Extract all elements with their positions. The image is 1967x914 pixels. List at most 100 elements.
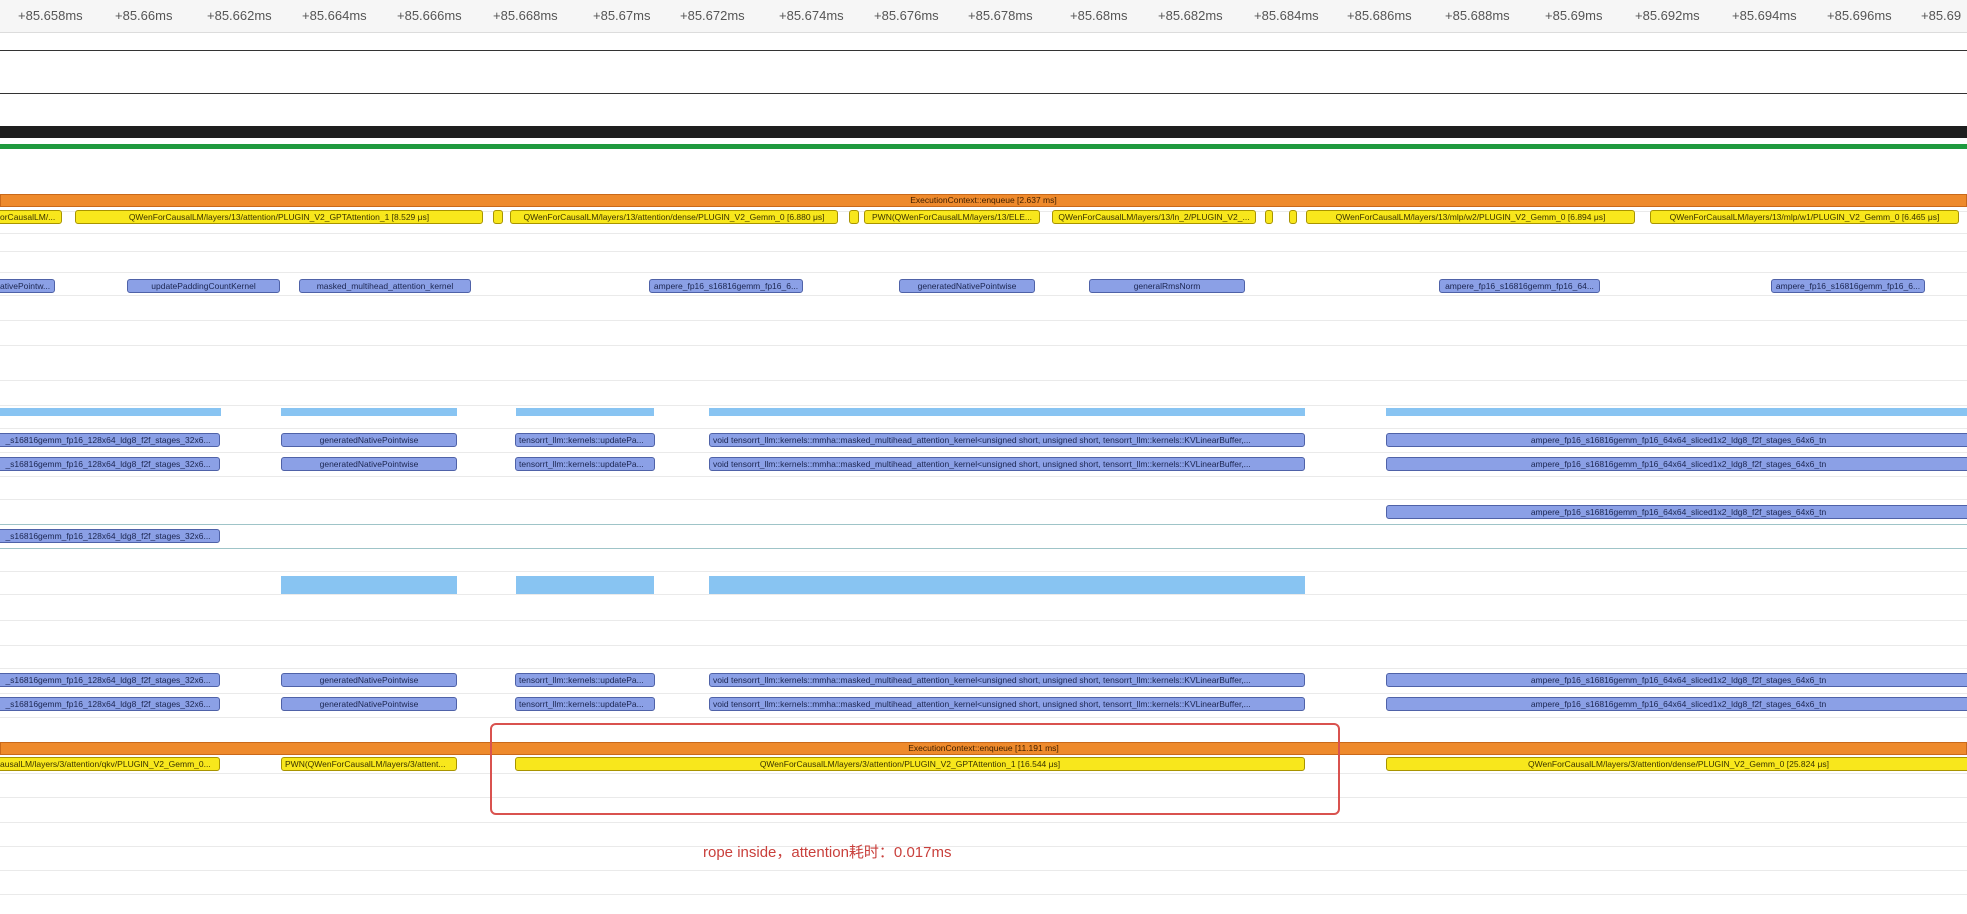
gpu-kernel[interactable]: tensorrt_llm::kernels::updatePa... xyxy=(515,457,655,471)
row-line xyxy=(0,428,1967,429)
row-line xyxy=(0,846,1967,847)
row-line xyxy=(0,645,1967,646)
row-line xyxy=(0,620,1967,621)
kernel-block[interactable]: ativePointw... xyxy=(0,279,55,293)
ruler-tick: +85.66ms xyxy=(115,8,173,23)
gpu-utilization-band[interactable] xyxy=(709,576,1305,594)
row-line xyxy=(0,320,1967,321)
gpu-kernel[interactable]: _s16816gemm_fp16_128x64_ldg8_f2f_stages_… xyxy=(0,457,220,471)
nvtx-range[interactable]: PWN(QWenForCausalLM/layers/13/ELE... xyxy=(864,210,1040,224)
ruler-tick: +85.658ms xyxy=(18,8,83,23)
ruler-tick: +85.67ms xyxy=(593,8,651,23)
gpu-kernel[interactable]: _s16816gemm_fp16_128x64_ldg8_f2f_stages_… xyxy=(0,673,220,687)
row-line xyxy=(0,822,1967,823)
ruler-tick: +85.682ms xyxy=(1158,8,1223,23)
gpu-kernel[interactable]: _s16816gemm_fp16_128x64_ldg8_f2f_stages_… xyxy=(0,697,220,711)
row-line xyxy=(0,870,1967,871)
nvtx-range[interactable]: ausalLM/layers/3/attention/qkv/PLUGIN_V2… xyxy=(0,757,220,771)
ruler-tick: +85.684ms xyxy=(1254,8,1319,23)
gpu-activity-bar[interactable] xyxy=(0,144,1967,149)
cpu-usage-bar[interactable] xyxy=(0,126,1967,138)
gpu-kernel[interactable]: ampere_fp16_s16816gemm_fp16_64x64_sliced… xyxy=(1386,505,1967,519)
kernel-block[interactable]: masked_multihead_attention_kernel xyxy=(299,279,471,293)
nvtx-range[interactable] xyxy=(1265,210,1273,224)
row-line xyxy=(0,345,1967,346)
ruler-tick: +85.662ms xyxy=(207,8,272,23)
row-line xyxy=(0,272,1967,273)
ruler-tick: +85.69ms xyxy=(1545,8,1603,23)
kernel-block[interactable]: generalRmsNorm xyxy=(1089,279,1245,293)
gpu-kernel[interactable]: _s16816gemm_fp16_128x64_ldg8_f2f_stages_… xyxy=(0,529,220,543)
row-line xyxy=(0,380,1967,381)
row-line xyxy=(0,233,1967,234)
nvtx-range[interactable]: QWenForCausalLM/layers/13/mlp/w1/PLUGIN_… xyxy=(1650,210,1959,224)
gpu-utilization-band[interactable] xyxy=(1386,408,1967,416)
gpu-kernel[interactable]: void tensorrt_llm::kernels::mmha::masked… xyxy=(709,673,1305,687)
gpu-kernel[interactable]: ampere_fp16_s16816gemm_fp16_64x64_sliced… xyxy=(1386,433,1967,447)
nvtx-range[interactable]: QWenForCausalLM/layers/13/mlp/w2/PLUGIN_… xyxy=(1306,210,1635,224)
time-ruler[interactable]: +85.658ms +85.66ms +85.662ms +85.664ms +… xyxy=(0,0,1967,33)
ruler-tick: +85.664ms xyxy=(302,8,367,23)
gpu-kernel[interactable]: void tensorrt_llm::kernels::mmha::masked… xyxy=(709,697,1305,711)
gpu-kernel[interactable]: ampere_fp16_s16816gemm_fp16_64x64_sliced… xyxy=(1386,457,1967,471)
gpu-utilization-band[interactable] xyxy=(0,408,221,416)
ruler-tick: +85.68ms xyxy=(1070,8,1128,23)
row-divider xyxy=(0,50,1967,51)
nvtx-range[interactable]: PWN(QWenForCausalLM/layers/3/attent... xyxy=(281,757,457,771)
gpu-kernel[interactable]: void tensorrt_llm::kernels::mmha::masked… xyxy=(709,433,1305,447)
enqueue-range-top[interactable]: ExecutionContext::enqueue [2.637 ms] xyxy=(0,194,1967,207)
row-line xyxy=(0,693,1967,694)
row-separator xyxy=(0,548,1967,549)
row-line xyxy=(0,452,1967,453)
ruler-tick: +85.686ms xyxy=(1347,8,1412,23)
gpu-kernel[interactable]: tensorrt_llm::kernels::updatePa... xyxy=(515,697,655,711)
gpu-kernel[interactable]: ampere_fp16_s16816gemm_fp16_64x64_sliced… xyxy=(1386,697,1967,711)
timeline-view[interactable]: +85.658ms +85.66ms +85.662ms +85.664ms +… xyxy=(0,0,1967,914)
ruler-tick: +85.696ms xyxy=(1827,8,1892,23)
gpu-kernel[interactable]: generatedNativePointwise xyxy=(281,457,457,471)
nvtx-range[interactable]: QWenForCausalLM/layers/13/ln_2/PLUGIN_V2… xyxy=(1052,210,1256,224)
nvtx-range[interactable] xyxy=(1289,210,1297,224)
nvtx-range[interactable] xyxy=(849,210,859,224)
gpu-kernel[interactable]: _s16816gemm_fp16_128x64_ldg8_f2f_stages_… xyxy=(0,433,220,447)
nvtx-range[interactable]: QWenForCausalLM/layers/13/attention/PLUG… xyxy=(75,210,483,224)
gpu-kernel[interactable]: generatedNativePointwise xyxy=(281,673,457,687)
gpu-utilization-band[interactable] xyxy=(516,576,654,594)
nvtx-range[interactable] xyxy=(493,210,503,224)
annotation-highlight-box xyxy=(490,723,1340,815)
kernel-block[interactable]: updatePaddingCountKernel xyxy=(127,279,280,293)
nvtx-range[interactable]: orCausalLM/... xyxy=(0,210,62,224)
gpu-utilization-band[interactable] xyxy=(709,408,1305,416)
row-divider xyxy=(0,93,1967,94)
ruler-tick: +85.692ms xyxy=(1635,8,1700,23)
row-line xyxy=(0,894,1967,895)
gpu-kernel[interactable]: generatedNativePointwise xyxy=(281,433,457,447)
ruler-tick: +85.694ms xyxy=(1732,8,1797,23)
ruler-tick: +85.69 xyxy=(1921,8,1962,23)
gpu-utilization-band[interactable] xyxy=(281,576,457,594)
gpu-kernel[interactable]: tensorrt_llm::kernels::updatePa... xyxy=(515,433,655,447)
annotation-note: rope inside，attention耗时：0.017ms xyxy=(703,844,952,861)
row-line xyxy=(0,594,1967,595)
kernel-block[interactable]: ampere_fp16_s16816gemm_fp16_6... xyxy=(1771,279,1925,293)
gpu-kernel[interactable]: tensorrt_llm::kernels::updatePa... xyxy=(515,673,655,687)
ruler-tick: +85.674ms xyxy=(779,8,844,23)
gpu-kernel[interactable]: void tensorrt_llm::kernels::mmha::masked… xyxy=(709,457,1305,471)
gpu-kernel[interactable]: generatedNativePointwise xyxy=(281,697,457,711)
kernel-block[interactable]: ampere_fp16_s16816gemm_fp16_64... xyxy=(1439,279,1600,293)
ruler-tick: +85.676ms xyxy=(874,8,939,23)
kernel-block[interactable]: generatedNativePointwise xyxy=(899,279,1035,293)
row-line xyxy=(0,251,1967,252)
gpu-utilization-band[interactable] xyxy=(516,408,654,416)
row-separator xyxy=(0,524,1967,525)
nvtx-range[interactable]: QWenForCausalLM/layers/3/attention/dense… xyxy=(1386,757,1967,771)
kernel-block[interactable]: ampere_fp16_s16816gemm_fp16_6... xyxy=(649,279,803,293)
ruler-tick: +85.678ms xyxy=(968,8,1033,23)
row-line xyxy=(0,668,1967,669)
nvtx-range[interactable]: QWenForCausalLM/layers/13/attention/dens… xyxy=(510,210,838,224)
gpu-kernel[interactable]: ampere_fp16_s16816gemm_fp16_64x64_sliced… xyxy=(1386,673,1967,687)
ruler-tick: +85.672ms xyxy=(680,8,745,23)
row-line xyxy=(0,499,1967,500)
gpu-utilization-band[interactable] xyxy=(281,408,457,416)
row-line xyxy=(0,295,1967,296)
